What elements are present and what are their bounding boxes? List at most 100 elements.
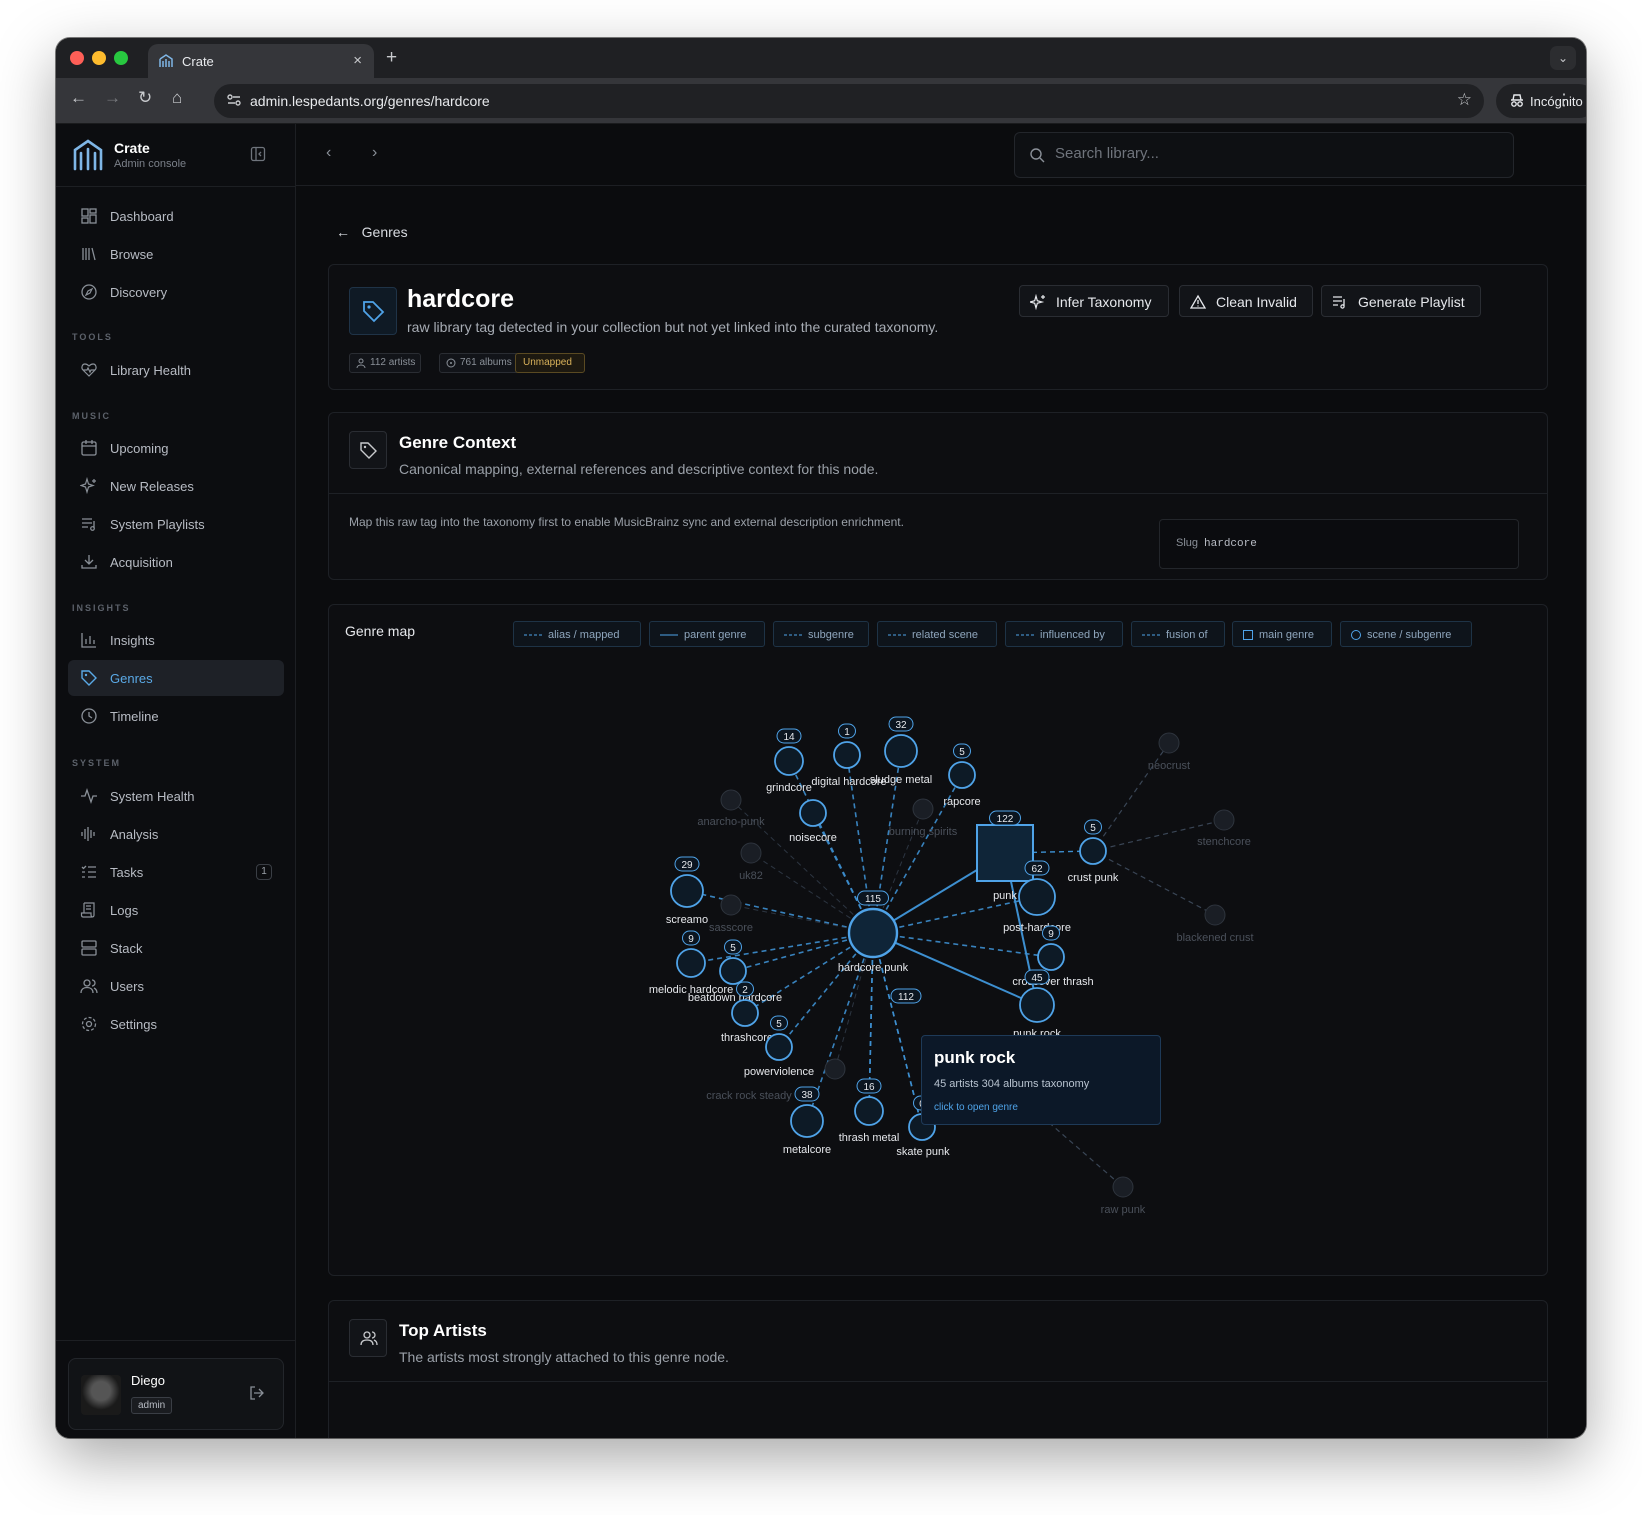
tab-search-button[interactable]: ⌄ — [1550, 46, 1576, 70]
sidebar-item-stack[interactable]: Stack — [68, 930, 284, 966]
genre-node[interactable] — [720, 894, 742, 916]
sidebar-item-label: Logs — [110, 902, 139, 918]
back-icon[interactable]: ← — [70, 88, 87, 108]
search-input[interactable] — [1055, 145, 1495, 162]
genre-node[interactable] — [799, 799, 827, 827]
genre-node[interactable] — [676, 948, 706, 978]
genre-header-card: hardcore raw library tag detected in you… — [328, 264, 1548, 390]
count-badge-label: 16 — [863, 1082, 875, 1093]
address-bar[interactable]: admin.lespedants.org/genres/hardcore ☆ — [214, 84, 1484, 118]
genre-node[interactable] — [948, 761, 976, 789]
sidebar-item-dashboard[interactable]: Dashboard — [68, 198, 284, 234]
legend-item[interactable]: subgenre — [773, 621, 869, 647]
sidebar-item-system-health[interactable]: System Health — [68, 778, 284, 814]
genre-node[interactable] — [976, 824, 1034, 882]
sidebar-item-timeline[interactable]: Timeline — [68, 698, 284, 734]
genre-node[interactable] — [790, 1104, 824, 1138]
reload-icon[interactable]: ↻ — [138, 88, 152, 108]
genre-node[interactable] — [1112, 1176, 1134, 1198]
history-back-icon[interactable]: ‹ — [326, 144, 331, 162]
sidebar-item-acquisition[interactable]: Acquisition — [68, 544, 284, 580]
legend-item[interactable]: main genre — [1232, 621, 1332, 647]
genre-node[interactable] — [765, 1033, 793, 1061]
status-badge: Unmapped — [515, 353, 585, 373]
close-tab-icon[interactable]: × — [353, 52, 362, 69]
legend-item[interactable]: parent genre — [649, 621, 765, 647]
tooltip-stats: 45 artists 304 albums taxonomy — [934, 1078, 1090, 1090]
genre-map-graph[interactable]: hardcore punk 115 punk 122 post-hardcore 62 cr… — [329, 655, 1549, 1275]
genre-node[interactable] — [824, 1058, 846, 1080]
context-note: Map this raw tag into the taxonomy first… — [349, 515, 904, 529]
genre-node[interactable] — [1019, 987, 1055, 1023]
genre-node[interactable] — [1204, 904, 1226, 926]
genre-node[interactable] — [847, 907, 899, 959]
tooltip-link[interactable]: click to open genre — [934, 1102, 1018, 1113]
sidebar-item-library-health[interactable]: Library Health — [68, 352, 284, 388]
section-subtitle: The artists most strongly attached to th… — [399, 1349, 729, 1365]
bookmark-star-icon[interactable]: ☆ — [1457, 90, 1472, 110]
legend-item[interactable]: influenced by — [1005, 621, 1123, 647]
breadcrumb-back-label: Genres — [361, 224, 408, 240]
sidebar-item-tasks[interactable]: Tasks 1 — [68, 854, 284, 890]
user-card[interactable]: Diego admin — [68, 1358, 284, 1430]
genre-node[interactable] — [1037, 943, 1065, 971]
close-window-button[interactable] — [70, 51, 84, 65]
generate-playlist-button[interactable]: Generate Playlist — [1321, 285, 1481, 317]
history-forward-icon[interactable]: › — [372, 144, 377, 162]
genre-node[interactable] — [670, 874, 704, 908]
scroll-icon — [80, 901, 98, 919]
activity-icon — [80, 787, 98, 805]
sidebar-item-new-releases[interactable]: New Releases — [68, 468, 284, 504]
sidebar-item-label: Tasks — [110, 864, 144, 880]
genre-node[interactable] — [1079, 837, 1107, 865]
sidebar-item-browse[interactable]: Browse — [68, 236, 284, 272]
browser-tab[interactable]: Crate × — [148, 44, 374, 78]
clean-invalid-button[interactable]: Clean Invalid — [1179, 285, 1313, 317]
playlist-icon — [80, 515, 98, 533]
sidebar-item-logs[interactable]: Logs — [68, 892, 284, 928]
genre-node[interactable] — [833, 741, 861, 769]
slug-field: Slug hardcore — [1159, 519, 1519, 569]
sidebar-item-insights[interactable]: Insights — [68, 622, 284, 658]
zoom-window-button[interactable] — [114, 51, 128, 65]
sidebar-item-users[interactable]: Users — [68, 968, 284, 1004]
sidebar-item-settings[interactable]: Settings — [68, 1006, 284, 1042]
site-settings-icon[interactable] — [226, 92, 242, 113]
sidebar-item-label: Upcoming — [110, 440, 169, 456]
legend-item[interactable]: alias / mapped — [513, 621, 641, 647]
breadcrumb[interactable]: ← Genres — [336, 224, 408, 240]
incognito-indicator[interactable]: Incógnito — [1496, 84, 1586, 118]
genre-node[interactable] — [731, 999, 759, 1027]
collapse-sidebar-icon[interactable] — [250, 146, 266, 167]
legend-item[interactable]: related scene — [877, 621, 997, 647]
browser-menu-icon[interactable]: ⋮ — [1556, 90, 1572, 110]
legend-item[interactable]: fusion of — [1131, 621, 1225, 647]
count-badge-label: 29 — [681, 860, 693, 871]
infer-taxonomy-button[interactable]: Infer Taxonomy — [1019, 285, 1169, 317]
legend-item[interactable]: scene / subgenre — [1340, 621, 1472, 647]
logout-icon[interactable] — [249, 1385, 265, 1406]
search-box[interactable] — [1014, 132, 1514, 178]
sidebar-item-analysis[interactable]: Analysis — [68, 816, 284, 852]
node-tooltip[interactable]: punk rock 45 artists 304 albums taxonomy… — [921, 1035, 1161, 1125]
genre-node[interactable] — [1018, 878, 1056, 916]
genre-node[interactable] — [719, 957, 747, 985]
home-icon[interactable]: ⌂ — [172, 88, 182, 108]
sidebar-item-upcoming[interactable]: Upcoming — [68, 430, 284, 466]
genre-node[interactable] — [740, 842, 762, 864]
sidebar-item-system-playlists[interactable]: System Playlists — [68, 506, 284, 542]
minimize-window-button[interactable] — [92, 51, 106, 65]
genre-node-label: punk — [993, 890, 1017, 902]
genre-node[interactable] — [884, 734, 918, 768]
genre-node[interactable] — [1213, 809, 1235, 831]
new-tab-button[interactable]: + — [386, 47, 397, 69]
genre-node[interactable] — [912, 798, 934, 820]
forward-icon[interactable]: → — [104, 88, 121, 108]
sidebar-item-discovery[interactable]: Discovery — [68, 274, 284, 310]
genre-node[interactable] — [720, 789, 742, 811]
sidebar-item-genres[interactable]: Genres — [68, 660, 284, 696]
genre-node[interactable] — [854, 1096, 884, 1126]
genre-node[interactable] — [1158, 732, 1180, 754]
genre-node[interactable] — [774, 746, 804, 776]
crate-logo-icon — [158, 53, 174, 74]
